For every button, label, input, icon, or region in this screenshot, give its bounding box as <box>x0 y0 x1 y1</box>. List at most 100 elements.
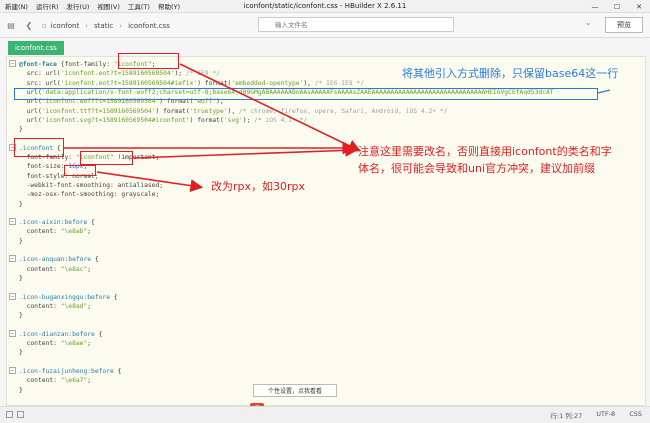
code-token: ; <box>87 377 92 385</box>
code-token: { <box>110 293 118 301</box>
menu-tools[interactable]: 工具(T) <box>125 1 153 11</box>
window-title: iconfont/static/iconfont.css - HBuilder … <box>243 2 407 10</box>
fold-toggle-icon[interactable]: − <box>9 366 16 374</box>
code-text: content: "\e6a7"; <box>19 376 91 385</box>
code-token: } <box>19 274 23 282</box>
breadcrumb: ▫ iconfont › static › iconfont.css <box>42 22 170 30</box>
code-token: { <box>87 219 95 227</box>
code-token: 'svg' <box>223 116 243 124</box>
annotation-note-rename-2: 体名，很可能会导致和uni官方冲突，建议加前缀 <box>358 162 595 175</box>
breadcrumb-separator-icon: › <box>119 21 123 30</box>
back-icon[interactable]: ❮ <box>22 19 36 33</box>
code-token: "\e6a7" <box>60 377 88 385</box>
status-right: 行:1 列:27 UTF-8 CSS <box>550 410 642 420</box>
code-text: } <box>19 125 23 134</box>
fold-toggle-icon[interactable]: − <box>9 292 16 300</box>
breadcrumb-item-folder[interactable]: static <box>94 22 113 30</box>
sidebar-toggle-icon[interactable]: ▤ <box>4 19 18 33</box>
code-token: ); <box>174 70 183 78</box>
ime-tooltip[interactable]: 个性设置，点我看看 <box>253 384 337 397</box>
code-token: /* IE9 */ <box>182 70 220 78</box>
code-token: content: <box>19 302 61 310</box>
code-text: } <box>19 274 23 283</box>
code-token: "\e8ab" <box>60 228 88 236</box>
fold-toggle-icon[interactable]: − <box>9 60 16 67</box>
annotation-box-base64-line <box>14 88 598 100</box>
breadcrumb-item-file[interactable]: iconfont.css <box>128 22 170 30</box>
panel-toggle-icon[interactable] <box>6 411 13 418</box>
code-token: } <box>19 312 23 320</box>
window-controls: — ☐ ✕ <box>584 0 650 13</box>
tab-iconfont-css[interactable]: iconfont.css <box>8 41 64 55</box>
code-token: } <box>19 200 23 208</box>
code-token: 'iconfont.ttf?t=1589160569504' <box>41 107 156 115</box>
code-text: .icon-dianzan:before { <box>19 330 102 339</box>
annotation-note-rename-1: 注意这里需要改名，否则直接用iconfont的类名和字 <box>358 145 612 158</box>
code-token: 'embedded-opentype' <box>231 79 304 87</box>
code-text: } <box>19 237 23 246</box>
code-token: ) format( <box>197 79 232 87</box>
annotation-note-rpx: 改为rpx，如30rpx <box>211 180 306 193</box>
code-text: } <box>19 348 23 357</box>
code-text: } <box>19 386 23 395</box>
minimize-icon[interactable]: — <box>584 0 606 13</box>
code-token: { <box>113 367 122 375</box>
code-token: ), <box>303 79 315 87</box>
code-text: .icon-buganxingqu:before { <box>19 293 118 302</box>
encoding-label[interactable]: UTF-8 <box>596 410 615 420</box>
code-token: -moz-osx-font-smoothing: grayscale; <box>19 191 160 199</box>
code-token: .icon-anquan:before <box>19 256 92 264</box>
menu-help[interactable]: 帮助(Y) <box>155 1 183 11</box>
language-label[interactable]: CSS <box>629 410 642 420</box>
code-token: /* chrome, firefox, opera, Safari, Andro… <box>238 107 448 115</box>
file-search-input[interactable] <box>258 17 454 32</box>
menu-publish[interactable]: 发行(U) <box>64 1 93 11</box>
annotation-box-fontfamily-value <box>80 151 133 165</box>
close-icon[interactable]: ✕ <box>628 0 650 13</box>
code-token: ); <box>242 116 255 124</box>
code-token: /* IE6-IE8 */ <box>314 79 365 87</box>
breadcrumb-item-project[interactable]: iconfont <box>51 22 79 30</box>
code-editor[interactable]: − @font-face {font-family: "iconfont"; sr… <box>6 56 646 406</box>
code-token: ; <box>87 265 92 273</box>
code-token: } <box>19 126 23 134</box>
code-token: "\e8ad" <box>60 302 88 310</box>
code-token: content: <box>19 340 61 347</box>
code-token: ), <box>227 107 239 115</box>
menu-run[interactable]: 运行(R) <box>33 1 62 11</box>
fold-toggle-icon[interactable]: − <box>9 218 16 226</box>
annotation-box-fontsize <box>64 165 96 176</box>
code-text: -webkit-font-smoothing: antialiased; <box>19 181 163 190</box>
preview-button[interactable]: 预览 <box>605 17 643 33</box>
code-token: } <box>19 386 23 394</box>
fold-toggle-icon[interactable]: − <box>9 329 16 337</box>
code-token: -webkit-font-smoothing: antialiased; <box>19 181 164 189</box>
code-token: ; <box>87 302 92 310</box>
fold-toggle-icon[interactable]: − <box>9 255 16 263</box>
code-token: content: <box>19 265 61 273</box>
cursor-position: 行:1 列:27 <box>550 412 583 420</box>
code-token: src: url( <box>19 79 61 87</box>
code-text: content: "\e8ad"; <box>19 302 91 311</box>
annotation-note-blue: 将其他引入方式删除，只保留base64这一行 <box>402 67 619 80</box>
code-text: content: "\e8ae"; <box>19 339 91 348</box>
menu-view[interactable]: 视图(V) <box>94 1 123 11</box>
console-toggle-icon[interactable] <box>17 411 24 418</box>
code-text: -moz-osx-font-smoothing: grayscale; <box>19 190 160 199</box>
code-token: 'iconfont.eot?t=1589160569504' <box>60 70 175 78</box>
breadcrumb-separator-icon: › <box>85 21 89 30</box>
code-text: .icon-aixin:before { <box>19 218 95 227</box>
code-token: /* iOS 4.1- */ <box>254 116 308 124</box>
more-icon[interactable]: ⌄ <box>585 18 592 27</box>
code-token: "\e8ac" <box>60 265 88 273</box>
menu-new[interactable]: 新建(N) <box>2 1 31 11</box>
maximize-icon[interactable]: ☐ <box>606 0 628 13</box>
code-token: .icon-buganxingqu:before <box>19 293 110 301</box>
code-token: content: <box>19 377 61 385</box>
code-text: src: url('iconfont.eot?t=1589160569504#i… <box>19 79 364 88</box>
status-bar: 行:1 列:27 UTF-8 CSS <box>0 406 650 423</box>
code-token: ) format( <box>189 116 224 124</box>
code-token: { <box>94 330 103 338</box>
annotation-box-fontfamily <box>118 53 179 69</box>
code-text: url('iconfont.ttf?t=1589160569504') form… <box>19 107 448 116</box>
